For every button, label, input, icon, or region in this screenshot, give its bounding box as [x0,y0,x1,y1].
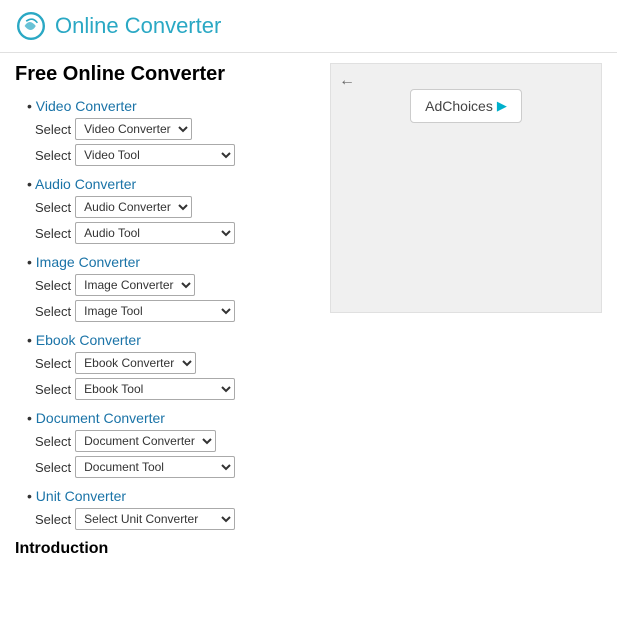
ebook-main-select-label: Select [35,356,71,371]
video-tool-select-label: Select [35,148,71,163]
intro-heading: Introduction [15,540,315,558]
video-main-select-row: Select Video Converter [35,118,315,140]
image-main-select-label: Select [35,278,71,293]
audio-tool-select-label: Select [35,226,71,241]
page-heading: Free Online Converter [15,63,315,86]
ebook-tool-select-label: Select [35,382,71,397]
document-main-select-label: Select [35,434,71,449]
audio-main-select-row: Select Audio Converter [35,196,315,218]
document-tool-select[interactable]: Document Tool [75,456,235,478]
site-header: Online Converter [0,0,617,53]
ebook-tool-select-row: Select Ebook Tool [35,378,315,400]
back-arrow-icon[interactable]: ← [339,72,355,90]
unit-main-select-row: Select Select Unit Converter [35,508,315,530]
ad-choices-icon: ▶ [497,98,507,114]
ebook-tool-select[interactable]: Ebook Tool [75,378,235,400]
converter-item-image: Image Converter Select Image Converter S… [15,254,315,322]
ebook-converter-select[interactable]: Ebook Converter [75,352,196,374]
ad-choices-label: AdChoices [425,98,493,114]
document-tool-select-label: Select [35,460,71,475]
video-converter-select[interactable]: Video Converter [75,118,192,140]
converter-item-unit: Unit Converter Select Select Unit Conver… [15,488,315,530]
unit-main-select-label: Select [35,512,71,527]
image-main-select-row: Select Image Converter [35,274,315,296]
ad-choices-button[interactable]: AdChoices ▶ [410,89,522,123]
document-converter-link[interactable]: Document Converter [27,410,315,426]
video-main-select-label: Select [35,122,71,137]
image-tool-select-row: Select Image Tool [35,300,315,322]
video-tool-select-row: Select Video Tool [35,144,315,166]
right-panel: ← AdChoices ▶ [315,63,602,558]
converter-item-document: Document Converter Select Document Conve… [15,410,315,478]
ad-container: ← AdChoices ▶ [330,63,602,313]
image-converter-link[interactable]: Image Converter [27,254,315,270]
main-layout: Free Online Converter Video Converter Se… [0,53,617,568]
converter-item-ebook: Ebook Converter Select Ebook Converter S… [15,332,315,400]
unit-converter-select[interactable]: Select Unit Converter [75,508,235,530]
audio-tool-select-row: Select Audio Tool [35,222,315,244]
document-tool-select-row: Select Document Tool [35,456,315,478]
site-title: Online Converter [55,13,221,39]
site-logo-icon [15,10,47,42]
document-main-select-row: Select Document Converter [35,430,315,452]
audio-converter-link[interactable]: Audio Converter [27,176,315,192]
video-tool-select[interactable]: Video Tool [75,144,235,166]
audio-tool-select[interactable]: Audio Tool [75,222,235,244]
image-tool-select[interactable]: Image Tool [75,300,235,322]
audio-main-select-label: Select [35,200,71,215]
converter-item-audio: Audio Converter Select Audio Converter S… [15,176,315,244]
converter-item-video: Video Converter Select Video Converter S… [15,98,315,166]
converter-list: Video Converter Select Video Converter S… [15,98,315,530]
image-converter-select[interactable]: Image Converter [75,274,195,296]
unit-converter-link[interactable]: Unit Converter [27,488,315,504]
image-tool-select-label: Select [35,304,71,319]
ebook-converter-link[interactable]: Ebook Converter [27,332,315,348]
audio-converter-select[interactable]: Audio Converter [75,196,192,218]
video-converter-link[interactable]: Video Converter [27,98,315,114]
left-panel: Free Online Converter Video Converter Se… [15,63,315,558]
ebook-main-select-row: Select Ebook Converter [35,352,315,374]
document-converter-select[interactable]: Document Converter [75,430,216,452]
